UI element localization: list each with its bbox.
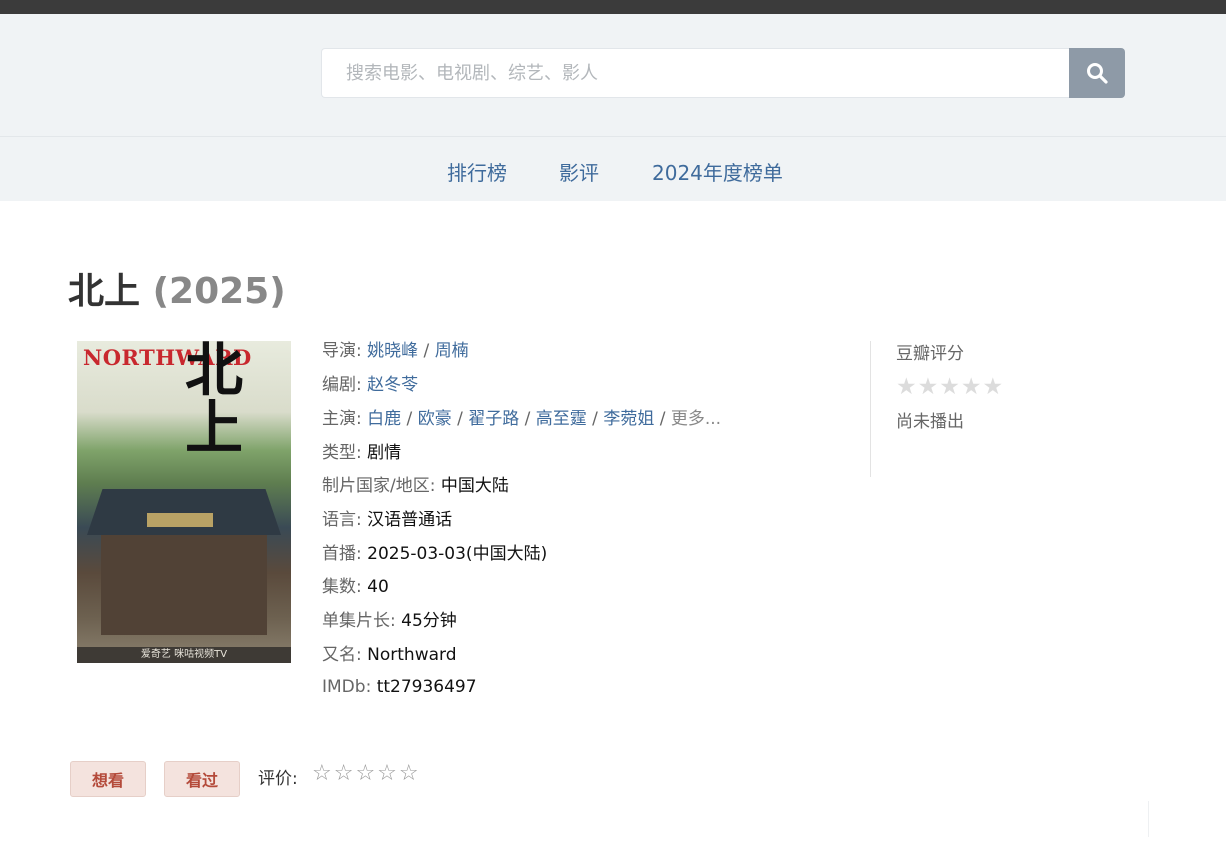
search-input[interactable] — [321, 48, 1069, 98]
cast-link[interactable]: 李菀姐 — [603, 409, 654, 429]
row-imdb: IMDb: tt27936497 — [322, 676, 477, 698]
row-aka: 又名: Northward — [322, 644, 457, 666]
writer-label: 编剧 — [322, 375, 356, 395]
sub-nav: 排行榜 影评 2024年度榜单 — [0, 137, 1226, 201]
search-button[interactable] — [1069, 48, 1125, 98]
top-bar — [0, 0, 1226, 14]
premiere-value: 2025-03-03(中国大陆) — [367, 544, 548, 564]
rating-stars: ★★★★★ — [896, 374, 1005, 400]
poster-roof — [87, 489, 281, 535]
row-writer: 编剧: 赵冬苓 — [322, 375, 419, 395]
watched-button[interactable]: 看过 — [164, 761, 240, 797]
aka-value: Northward — [367, 645, 457, 665]
language-label: 语言: — [322, 510, 362, 530]
row-genre: 类型: 剧情 — [322, 442, 401, 464]
language-value: 汉语普通话 — [367, 510, 453, 530]
director-link[interactable]: 姚晓峰 — [367, 341, 418, 361]
page-title: 北上 (2025) — [68, 262, 286, 314]
row-country: 制片国家/地区: 中国大陆 — [322, 475, 509, 497]
row-premiere: 首播: 2025-03-03(中国大陆) — [322, 543, 547, 565]
nav-ranking[interactable]: 排行榜 — [447, 157, 507, 186]
cast-link[interactable]: 翟子路 — [468, 409, 519, 429]
aka-label: 又名: — [322, 645, 362, 665]
want-to-watch-button[interactable]: 想看 — [70, 761, 146, 797]
runtime-value: 45分钟 — [401, 611, 457, 631]
premiere-label: 首播: — [322, 544, 362, 564]
director-link[interactable]: 周楠 — [435, 341, 469, 361]
nav-annual-list[interactable]: 2024年度榜单 — [652, 157, 783, 186]
title-year: (2025) — [152, 271, 286, 312]
user-rating-stars[interactable]: ☆☆☆☆☆ — [312, 761, 421, 786]
rating-panel: 豆瓣评分 ★★★★★ 尚未播出 — [870, 341, 1071, 477]
rate-label: 评价: — [258, 769, 298, 789]
poster-image[interactable]: NORTHWARD 北上 爱奇艺 咪咕视频TV — [77, 341, 291, 663]
search-icon — [1087, 63, 1108, 84]
episodes-label: 集数: — [322, 577, 362, 597]
episodes-value: 40 — [367, 577, 389, 597]
poster-title-cn: 北上 — [185, 341, 244, 462]
cast-more-link[interactable]: 更多... — [671, 409, 721, 429]
runtime-label: 单集片长: — [322, 611, 396, 631]
corner-widget — [1080, 801, 1149, 837]
imdb-value: tt27936497 — [376, 677, 477, 697]
row-language: 语言: 汉语普通话 — [322, 509, 452, 531]
country-label: 制片国家/地区: — [322, 476, 436, 496]
row-runtime: 单集片长: 45分钟 — [322, 610, 457, 632]
poster-footer: 爱奇艺 咪咕视频TV — [77, 647, 291, 663]
imdb-label: IMDb: — [322, 677, 372, 697]
cast-link[interactable]: 白鹿 — [367, 409, 401, 429]
writer-link[interactable]: 赵冬苓 — [367, 375, 418, 395]
genre-value: 剧情 — [367, 443, 402, 463]
poster-sign — [147, 513, 213, 527]
row-director: 导演: 姚晓峰 / 周楠 — [322, 341, 469, 361]
rating-label: 豆瓣评分 — [896, 344, 964, 364]
row-cast: 主演: 白鹿 / 欧豪 / 翟子路 / 高至霆 / 李菀姐 / 更多... — [322, 409, 722, 429]
poster-gate — [101, 535, 267, 635]
cast-link[interactable]: 欧豪 — [418, 409, 452, 429]
genre-label: 类型: — [322, 443, 362, 463]
search-band — [0, 14, 1226, 137]
director-label: 导演 — [322, 341, 356, 361]
title-name: 北上 — [68, 271, 141, 312]
cast-link[interactable]: 高至霆 — [536, 409, 587, 429]
cast-label: 主演 — [322, 409, 356, 429]
rating-status: 尚未播出 — [896, 412, 964, 432]
nav-reviews[interactable]: 影评 — [559, 157, 599, 186]
country-value: 中国大陆 — [440, 476, 509, 496]
row-episodes: 集数: 40 — [322, 576, 389, 598]
